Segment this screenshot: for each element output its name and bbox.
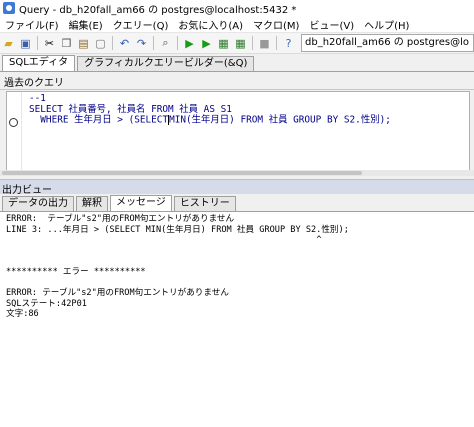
redo-icon[interactable]: ↷ [134,36,149,51]
window-title: Query - db_h20fall_am66 の postgres@local… [19,4,297,16]
cut-icon[interactable]: ✂ [42,36,57,51]
messages-text: ERROR: テーブル"s2"用のFROM句エントリがありません LINE 3:… [6,214,349,320]
previous-queries[interactable]: 過去のクエリ [0,74,474,90]
menu-favorites[interactable]: お気に入り(A) [173,17,248,32]
sql-editor[interactable]: --1 SELECT 社員番号, 社員名 FROM 社員 AS S1 WHERE… [6,91,470,171]
message-line: SQLステート:42P01 [6,298,87,309]
output-panel-title: 出力ビュー [2,185,52,196]
breakpoint-marker-icon [9,118,18,127]
query-tabs: SQLエディタ グラフィカルクエリービルダー(&Q) [0,55,474,72]
title-bar: Query - db_h20fall_am66 の postgres@local… [0,0,474,16]
tab-graphical-query-builder[interactable]: グラフィカルクエリービルダー(&Q) [77,56,255,71]
code-line-3a: WHERE 生年月日 > (SELECT [29,114,169,126]
sql-code[interactable]: --1 SELECT 社員番号, 社員名 FROM 社員 AS S1 WHERE… [29,93,391,126]
toolbar-separator [37,36,38,50]
message-line: ^ [6,235,322,246]
message-line: LINE 3: ...年月日 > (SELECT MIN(生年月日) FROM … [6,224,349,235]
execute-to-file-icon[interactable]: ▶ [199,36,214,51]
open-folder-icon[interactable]: ▰ [1,36,16,51]
menu-help[interactable]: ヘルプ(H) [359,17,414,32]
menu-file[interactable]: ファイル(F) [0,17,64,32]
scrollbar-thumb[interactable] [2,171,362,175]
message-line: ERROR: テーブル"s2"用のFROM句エントリがありません [6,214,235,224]
output-panel-header: 出力ビュー [0,179,474,196]
message-line: ERROR: テーブル"s2"用のFROM句エントリがありません [6,288,229,299]
tab-explain[interactable]: 解釈 [76,196,108,211]
previous-queries-label: 過去のクエリ [4,78,64,89]
code-line-2: SELECT 社員番号, 社員名 FROM 社員 AS S1 [29,103,232,115]
undo-icon[interactable]: ↶ [117,36,132,51]
copy-icon[interactable]: ❐ [59,36,74,51]
code-line-1: --1 [29,93,46,104]
toolbar-separator [153,36,154,50]
menu-bar: ファイル(F) 編集(E) クエリー(Q) お気に入り(A) マクロ(M) ビュ… [0,16,474,33]
menu-edit[interactable]: 編集(E) [64,17,108,32]
editor-horizontal-scrollbar[interactable] [0,170,474,176]
find-icon[interactable]: ⌕ [158,36,173,51]
cancel-query-icon[interactable]: ■ [257,36,272,51]
toolbar: ▰ ▣ ✂ ❐ ▤ ▢ ↶ ↷ ⌕ ▶ ▶ ▦ ▦ ■ ? db_h20fall… [0,33,474,54]
paste-icon[interactable]: ▤ [76,36,91,51]
help-icon[interactable]: ? [281,36,296,51]
tab-sql-editor[interactable]: SQLエディタ [2,55,76,71]
tab-data-output[interactable]: データの出力 [2,196,74,211]
app-icon [3,2,15,14]
menu-query[interactable]: クエリー(Q) [108,17,174,32]
toolbar-separator [276,36,277,50]
toolbar-separator [252,36,253,50]
tab-history[interactable]: ヒストリー [173,196,236,211]
code-line-3b: MIN(生年月日) FROM 社員 GROUP BY S2.性別); [169,114,391,126]
message-line: 文字:86 [6,309,39,320]
execute-icon[interactable]: ▶ [182,36,197,51]
tab-messages[interactable]: メッセージ [110,195,172,211]
message-line: ********** エラー ********** [6,266,146,277]
explain-icon[interactable]: ▦ [216,36,231,51]
save-icon[interactable]: ▣ [18,36,33,51]
explain-analyze-icon[interactable]: ▦ [233,36,248,51]
clear-icon[interactable]: ▢ [93,36,108,51]
menu-macros[interactable]: マクロ(M) [248,17,304,32]
output-tabs: データの出力 解釈 メッセージ ヒストリー [0,195,474,212]
editor-gutter [7,92,22,170]
connection-select[interactable]: db_h20fall_am66 の postgres@lo [301,34,474,52]
toolbar-separator [177,36,178,50]
menu-view[interactable]: ビュー(V) [304,17,359,32]
toolbar-separator [112,36,113,50]
messages-output[interactable]: ERROR: テーブル"s2"用のFROM句エントリがありません LINE 3:… [0,212,474,427]
